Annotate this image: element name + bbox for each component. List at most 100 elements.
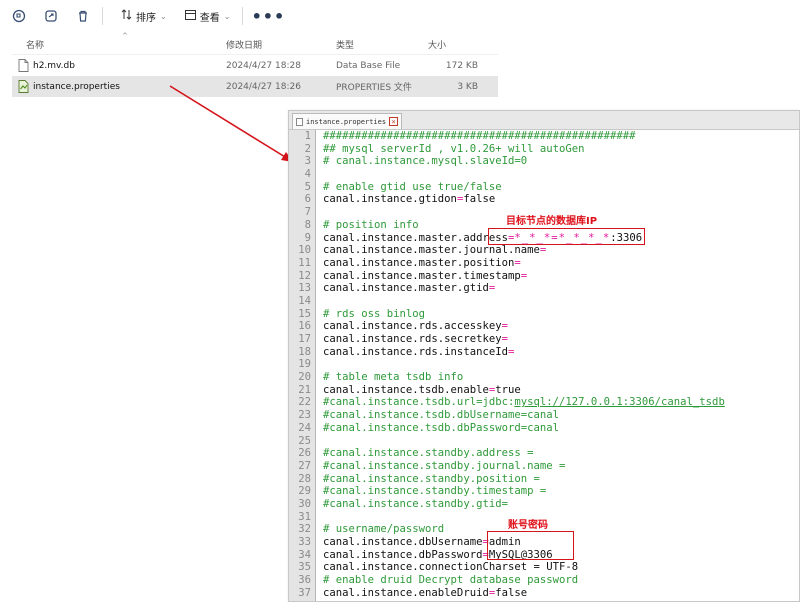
line-number: 14 xyxy=(298,294,311,307)
code-token-link: mysql://127.0.0.1:3306/canal_tsdb xyxy=(514,396,725,409)
code-token-comment: # enable gtid use true/false xyxy=(323,180,502,193)
code-line: #canal.instance.standby.gtid= xyxy=(323,498,799,511)
code-line: canal.instance.connectionCharset = UTF-8 xyxy=(323,561,799,574)
annotation-box-credentials xyxy=(487,531,574,560)
line-number: 21 xyxy=(298,383,311,396)
line-number: 30 xyxy=(298,497,311,510)
line-number: 32 xyxy=(298,523,311,536)
code-token-eq: = xyxy=(539,244,547,257)
file-size: 172 KB xyxy=(445,60,478,71)
code-token-comment: #canal.instance.standby.address = xyxy=(323,447,534,460)
line-number: 20 xyxy=(298,371,311,384)
editor-tab-label: instance.properties xyxy=(306,117,387,126)
editor-tab[interactable]: instance.properties × xyxy=(292,113,403,129)
code-token-key: canal.instance.master.gtid xyxy=(323,282,489,295)
sort-icon xyxy=(121,9,132,23)
code-token-key: canal.instance.dbPassword xyxy=(323,548,483,561)
line-number: 1 xyxy=(304,130,311,142)
line-number: 27 xyxy=(298,459,311,472)
code-token-key: canal.instance.dbUsername xyxy=(323,536,483,548)
copy-icon[interactable] xyxy=(6,3,32,29)
view-label: 查看 xyxy=(199,12,220,24)
line-number: 10 xyxy=(298,244,311,257)
code-line: #canal.instance.tsdb.url=jdbc:mysql://12… xyxy=(323,396,799,409)
code-token-val: false xyxy=(495,586,528,599)
sort-label: 排序 xyxy=(136,12,156,24)
code-token-key: canal.instance.connectionCharset = UTF-8 xyxy=(323,561,579,574)
sort-button[interactable]: 排序 ⌄ xyxy=(115,3,173,29)
code-token-key: canal.instance.master.journal.name xyxy=(323,244,540,257)
line-number: 34 xyxy=(298,548,311,561)
line-number: 37 xyxy=(298,586,311,599)
chevron-down-icon: ⌄ xyxy=(160,11,167,21)
annotation-target-ip-label: 目标节点的数据库IP xyxy=(506,216,598,227)
column-header-size[interactable]: 大小 xyxy=(418,38,486,51)
code-token-eq: = xyxy=(501,320,508,333)
code-token-comment: #canal.instance.standby.timestamp = xyxy=(323,485,547,498)
line-number: 28 xyxy=(298,472,311,485)
line-number: 24 xyxy=(298,421,311,434)
code-line: canal.instance.master.position= xyxy=(323,257,799,270)
code-line: #canal.instance.standby.position = xyxy=(323,473,799,486)
code-token-comment: #canal.instance.standby.journal.name = xyxy=(323,459,566,472)
close-icon[interactable]: × xyxy=(389,117,399,126)
file-list-header: ^ 名称 修改日期 类型 大小 xyxy=(12,32,498,55)
column-header-date[interactable]: 修改日期 xyxy=(212,38,324,51)
line-number: 26 xyxy=(298,447,311,460)
line-number: 13 xyxy=(298,282,311,295)
line-number: 36 xyxy=(298,574,311,587)
sort-caret-icon: ^ xyxy=(122,32,128,40)
line-number: 19 xyxy=(298,358,311,371)
code-token-val: false xyxy=(463,193,496,206)
line-number: 25 xyxy=(298,434,311,447)
code-token-comment: # position info xyxy=(323,218,419,231)
file-date: 2024/4/27 18:26 xyxy=(226,81,301,92)
more-options-button[interactable]: ••• xyxy=(252,3,285,29)
code-line: canal.instance.rds.accesskey= xyxy=(323,320,799,333)
code-token-key: canal.instance.gtidon xyxy=(323,193,457,206)
code-line: # enable gtid use true/false xyxy=(323,181,799,194)
file-name-cell: instance.properties xyxy=(12,80,212,93)
annotation-credentials-label: 账号密码 xyxy=(508,520,548,531)
line-number-gutter: 1 2 3 4 5 6 7 8 9 10 11 12 13 14 15 16 17 18 19 20 21 22 23 24 2… xyxy=(289,130,316,601)
line-number: 8 xyxy=(304,218,311,231)
line-number: 29 xyxy=(298,485,311,498)
code-token-comment: # rds oss binlog xyxy=(323,307,426,320)
code-line: # table meta tsdb info xyxy=(323,371,799,384)
file-type: Data Base File xyxy=(336,60,401,71)
file-size: 3 KB xyxy=(457,81,478,92)
code-line: ########################################… xyxy=(323,130,799,143)
code-token-val: true xyxy=(495,383,521,396)
file-row[interactable]: h2.mv.db 2024/4/27 18:28 Data Base File … xyxy=(12,55,498,76)
code-line: #canal.instance.tsdb.dbUsername=canal xyxy=(323,409,799,422)
code-token-key: canal.instance.enableDruid xyxy=(323,586,489,599)
line-number: 5 xyxy=(304,180,311,193)
column-header-type[interactable]: 类型 xyxy=(324,38,418,51)
code-line: #canal.instance.standby.address = xyxy=(323,447,799,460)
code-line: # enable druid Decrypt database password xyxy=(323,574,799,587)
line-number: 35 xyxy=(298,561,311,574)
file-name: instance.properties xyxy=(33,81,120,92)
share-icon[interactable] xyxy=(38,3,64,29)
properties-file-icon xyxy=(18,80,29,93)
code-token-comment: #canal.instance.tsdb.dbPassword=canal xyxy=(323,421,559,434)
code-token-key: canal.instance.rds.instanceId xyxy=(323,345,508,358)
file-list: ^ 名称 修改日期 类型 大小 h2.mv.db 2024/4/27 18:28… xyxy=(12,32,498,97)
column-header-name[interactable]: 名称 xyxy=(12,38,212,51)
view-button[interactable]: 查看 ⌄ xyxy=(179,3,237,29)
line-number: 2 xyxy=(304,142,311,155)
file-row-selected[interactable]: instance.properties 2024/4/27 18:26 PROP… xyxy=(12,76,498,97)
code-token-key: canal.instance.master.position xyxy=(323,256,515,269)
toolbar-divider xyxy=(242,7,244,25)
line-number: 7 xyxy=(304,206,311,219)
fold-margin xyxy=(316,130,323,601)
code-token-eq: = xyxy=(501,333,508,345)
code-line: #canal.instance.standby.timestamp = xyxy=(323,485,799,498)
line-number: 15 xyxy=(298,307,311,320)
toolbar-divider xyxy=(102,7,103,25)
delete-icon[interactable] xyxy=(70,3,96,29)
code-line: #canal.instance.tsdb.dbPassword=canal xyxy=(323,422,799,435)
